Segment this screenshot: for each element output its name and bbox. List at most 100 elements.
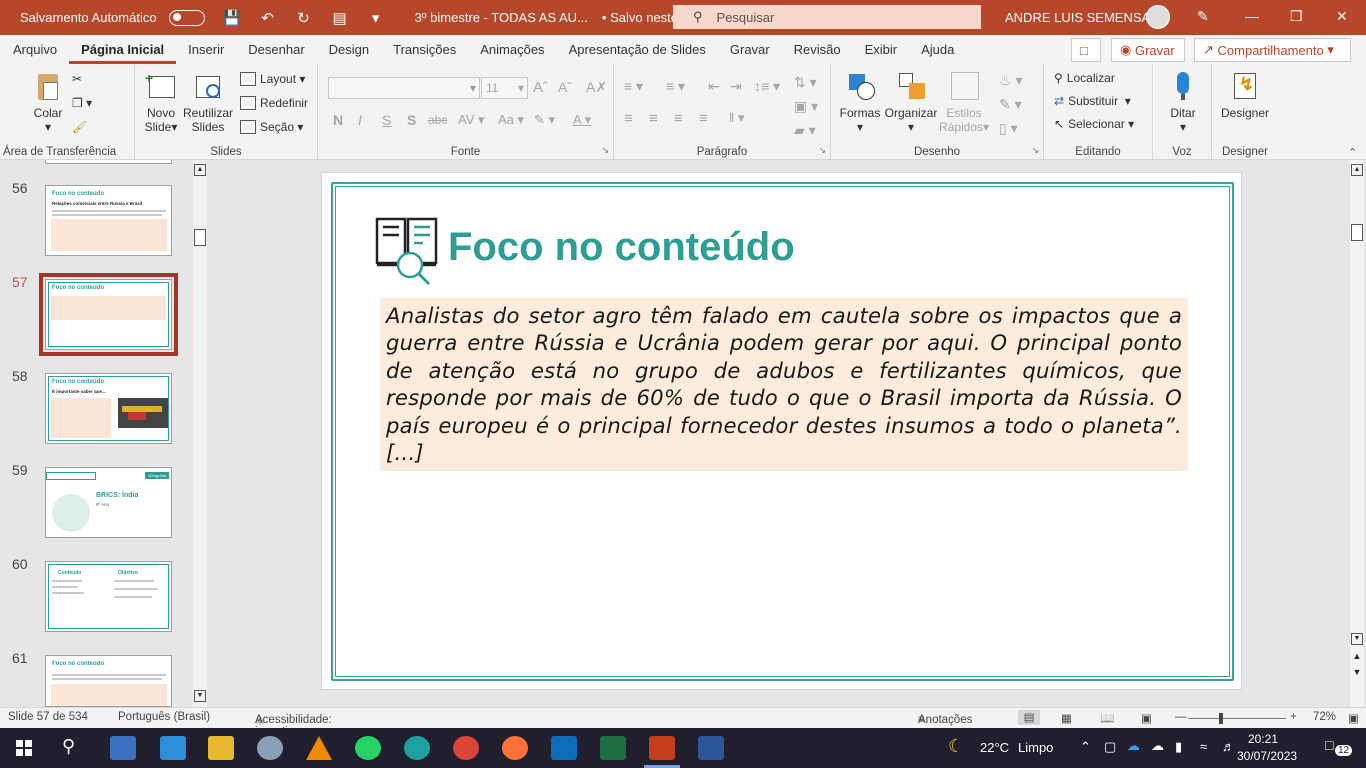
scroll-down-icon[interactable]: ▼ — [194, 690, 206, 702]
taskbar-app-2-icon[interactable] — [160, 736, 186, 760]
battery-icon[interactable]: ▮ — [1175, 739, 1182, 755]
taskbar-app-1-icon[interactable] — [110, 736, 136, 760]
shape-fill-icon[interactable]: ♨ ▾ — [999, 72, 1022, 89]
vlc-icon[interactable] — [306, 736, 332, 760]
align-text-icon[interactable]: ▣ ▾ — [794, 98, 818, 115]
scroll-thumb[interactable] — [1351, 224, 1363, 241]
cut-icon[interactable]: ✂ — [72, 72, 82, 86]
clear-format-icon[interactable]: A✗ — [586, 79, 607, 96]
shapes-button[interactable]: Formas ▾ — [839, 70, 881, 134]
numbering-icon[interactable]: ≡ ▾ — [666, 78, 685, 95]
scroll-up-icon[interactable]: ▲ — [194, 164, 206, 176]
tab-animacoes[interactable]: Animações — [468, 35, 556, 64]
shrink-font-icon[interactable]: Aˇ — [558, 79, 572, 95]
slide-sorter-icon[interactable]: ▦ — [1061, 711, 1072, 725]
scroll-down-icon[interactable]: ▼ — [1351, 633, 1363, 645]
reset-button[interactable]: Redefinir — [240, 96, 308, 110]
smartart-icon[interactable]: ▰ ▾ — [794, 122, 816, 139]
undo-icon[interactable]: ↶ — [259, 9, 277, 27]
underline-button[interactable]: S — [382, 112, 391, 128]
windows-start-icon[interactable] — [16, 740, 32, 756]
search-box[interactable]: ⚲ Pesquisar — [673, 5, 981, 29]
powerpoint-icon[interactable] — [649, 736, 675, 760]
customize-qat-icon[interactable]: ▾ — [367, 9, 385, 27]
copy-icon[interactable]: ❐ ▾ — [72, 96, 92, 110]
strikethrough-button[interactable]: abc — [428, 113, 447, 127]
tab-apresentacao[interactable]: Apresentação de Slides — [557, 35, 718, 64]
taskbar-app-4-icon[interactable] — [257, 736, 283, 760]
zoom-level[interactable]: 72% — [1313, 711, 1336, 723]
arrange-button[interactable]: Organizar ▾ — [883, 70, 939, 134]
zoom-slider-thumb[interactable] — [1219, 713, 1223, 724]
user-name[interactable]: ANDRE LUIS SEMENSATO — [1005, 10, 1167, 25]
chrome-icon[interactable] — [453, 736, 479, 760]
quick-styles-button[interactable]: Estilos Rápidos▾ — [939, 70, 989, 134]
slide-quote-text[interactable]: Analistas do setor agro têm falado em ca… — [380, 298, 1188, 471]
zoom-in-icon[interactable]: + — [1290, 711, 1297, 723]
fit-to-window-icon[interactable]: ▣ — [1348, 711, 1359, 725]
bold-button[interactable]: N — [333, 112, 343, 128]
font-family-select[interactable]: ▾ — [328, 77, 480, 99]
taskbar-search-icon[interactable]: ⚲ — [62, 736, 75, 757]
font-color-icon[interactable]: A ▾ — [573, 112, 591, 128]
normal-view-icon[interactable]: ▤ — [1018, 710, 1040, 725]
zoom-out-icon[interactable]: — — [1175, 711, 1187, 723]
whatsapp-icon[interactable] — [355, 736, 381, 760]
columns-icon[interactable]: ‖ ▾ — [729, 110, 745, 126]
weather-desc[interactable]: Limpo — [1018, 740, 1053, 755]
bullets-icon[interactable]: ≡ ▾ — [624, 78, 643, 95]
find-button[interactable]: ⚲ Localizar — [1054, 71, 1115, 85]
shape-effects-icon[interactable]: ▯ ▾ — [999, 120, 1018, 137]
increase-indent-icon[interactable]: ⇥ — [730, 78, 742, 95]
clock-time[interactable]: 20:21 — [1248, 732, 1278, 746]
slide-title[interactable]: Foco no conteúdo — [448, 225, 795, 270]
char-spacing-icon[interactable]: AV ▾ — [458, 112, 485, 128]
next-slide-icon[interactable]: ▼ — [1351, 667, 1363, 679]
weather-temp[interactable]: 22°C — [980, 740, 1009, 755]
tab-transicoes[interactable]: Transições — [381, 35, 468, 64]
collapse-ribbon-icon[interactable]: ⌃ — [1348, 146, 1357, 159]
clock-date[interactable]: 30/07/2023 — [1237, 749, 1297, 763]
tab-revisao[interactable]: Revisão — [782, 35, 853, 64]
language[interactable]: Português (Brasil) — [118, 711, 210, 723]
document-title[interactable]: 3º bimestre - TODAS AS AU... — [415, 10, 588, 25]
save-icon[interactable]: 💾 — [223, 9, 242, 27]
weather-icon[interactable]: ☾ — [948, 736, 964, 757]
present-icon[interactable]: ▤ — [331, 9, 349, 27]
restore-icon[interactable]: ❐ — [1290, 8, 1303, 25]
slide-thumbnail-58[interactable]: Foco no conteúdo É importante saber que.… — [45, 373, 172, 444]
minimize-icon[interactable]: — — [1245, 8, 1259, 24]
format-painter-icon[interactable]: 🖌 — [72, 120, 87, 134]
italic-button[interactable]: I — [358, 112, 362, 128]
line-spacing-icon[interactable]: ↕≡ ▾ — [754, 78, 780, 95]
previous-slide-icon[interactable]: ▲ — [1351, 651, 1363, 663]
shape-outline-icon[interactable]: ✎ ▾ — [999, 96, 1022, 113]
tab-gravar[interactable]: Gravar — [718, 35, 782, 64]
scroll-up-icon[interactable]: ▲ — [1351, 164, 1363, 176]
designer-button[interactable]: ↯ Designer — [1220, 70, 1270, 120]
slide-thumbnail-61[interactable]: Foco no conteúdo — [45, 655, 172, 707]
tab-exibir[interactable]: Exibir — [853, 35, 910, 64]
slide-thumbnail-56[interactable]: Foco no conteúdo Relações comerciais ent… — [45, 185, 172, 256]
slideshow-icon[interactable]: ▣ — [1141, 711, 1152, 725]
text-direction-icon[interactable]: ⇅ ▾ — [794, 74, 817, 91]
change-case-icon[interactable]: Aa ▾ — [498, 112, 524, 128]
reading-view-icon[interactable]: 📖 — [1100, 711, 1114, 725]
redo-icon[interactable]: ↻ — [295, 9, 313, 27]
slide-canvas[interactable]: Foco no conteúdo Analistas do setor agro… — [321, 172, 1242, 690]
thumbnail-scrollbar[interactable]: ▲ ▼ — [193, 160, 207, 707]
shadow-button[interactable]: S — [407, 112, 416, 128]
cloud-icon[interactable]: ☁ — [1151, 738, 1164, 754]
word-icon[interactable] — [698, 736, 724, 760]
share-button[interactable]: ↗ Compartilhamento ▾ — [1194, 38, 1351, 62]
record-button[interactable]: ◉ Gravar — [1111, 38, 1185, 62]
excel-icon[interactable] — [600, 736, 626, 760]
tab-arquivo[interactable]: Arquivo — [1, 35, 69, 64]
tab-desenhar[interactable]: Desenhar — [236, 35, 316, 64]
avatar[interactable] — [1146, 5, 1170, 29]
grow-font-icon[interactable]: Aˆ — [533, 79, 548, 96]
font-size-select[interactable]: 11 ▾ — [481, 77, 528, 99]
section-button[interactable]: Seção ▾ — [240, 120, 303, 134]
slide-thumbnail-59[interactable]: Geografia BRICS: Índia 9º Ano — [45, 467, 172, 538]
firefox-icon[interactable] — [502, 736, 528, 760]
